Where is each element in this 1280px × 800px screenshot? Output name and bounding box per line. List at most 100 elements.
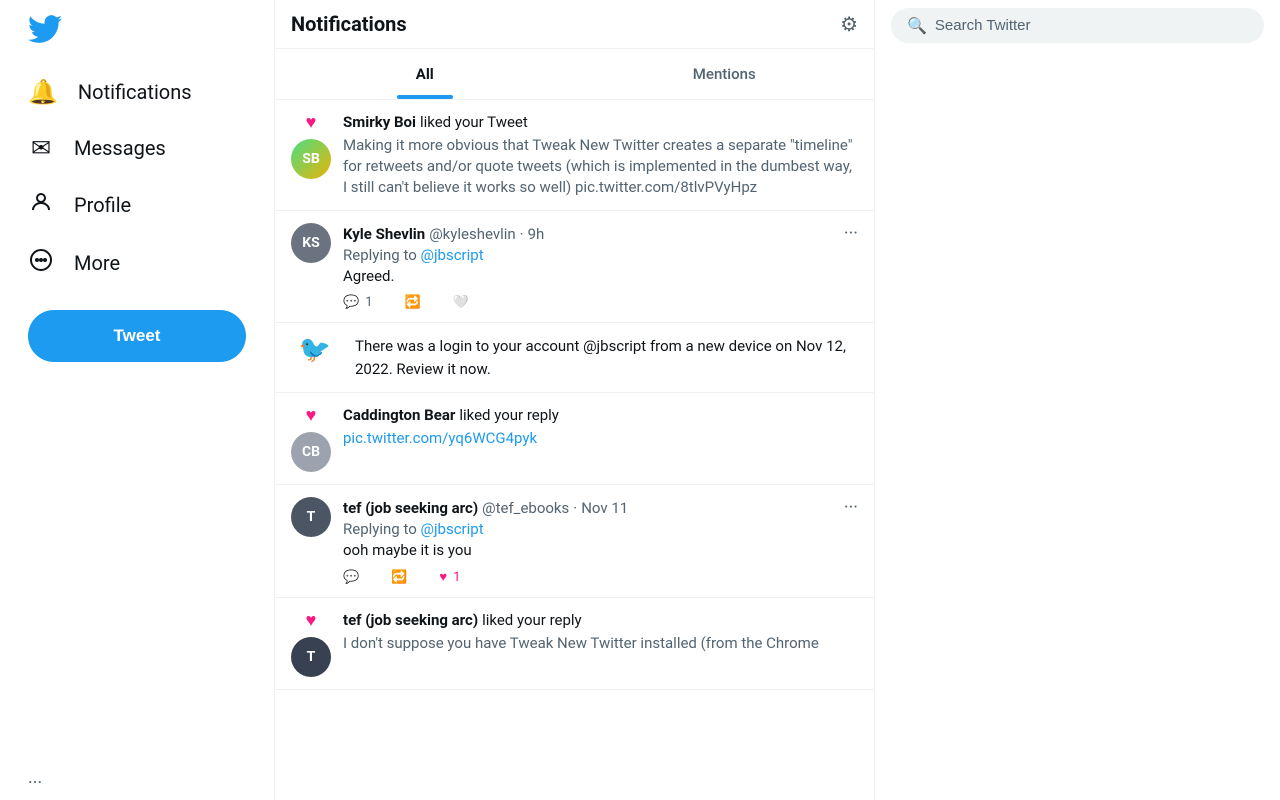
reply-actor-name: Kyle Shevlin xyxy=(343,225,425,243)
search-bar: 🔍 xyxy=(891,0,1264,51)
notifications-tabs: All Mentions xyxy=(275,49,874,100)
notification-like-caddington[interactable]: ♥ CB Caddington Bear liked your reply pi… xyxy=(275,393,874,485)
tef-reply-more-button[interactable]: ··· xyxy=(844,497,858,518)
sidebar-item-messages-label: Messages xyxy=(74,136,166,160)
replying-to-handle: @jbscript xyxy=(420,246,483,264)
tef-dot: · xyxy=(573,499,577,517)
reply-actor-handle: @kyleshevlin xyxy=(429,225,515,243)
tab-mentions[interactable]: Mentions xyxy=(575,49,875,99)
tef-retweet-button[interactable]: 🔁 xyxy=(391,569,407,585)
notification-like-smirky[interactable]: ♥ SB Smirky Boi liked your Tweet Making … xyxy=(275,100,874,211)
reply-like-button[interactable]: 🤍 xyxy=(453,295,469,310)
notification-reply-tef[interactable]: T tef (job seeking arc) @tef_ebooks · No… xyxy=(275,485,874,598)
notif-action-line-tef2: tef (job seeking arc) liked your reply xyxy=(343,610,858,629)
tef2-tweet-text: I don't suppose you have Tweak New Twitt… xyxy=(343,633,858,654)
tef-reply-meta: tef (job seeking arc) @tef_ebooks · Nov … xyxy=(343,499,628,517)
avatar-smirky-boi: SB xyxy=(291,139,331,179)
reply-retweet-button[interactable]: 🔁 xyxy=(405,295,421,310)
reply-time: 9h xyxy=(528,225,545,243)
tef-retweet-icon: 🔁 xyxy=(391,570,407,585)
reply-header: Kyle Shevlin @kyleshevlin · 9h ··· xyxy=(343,223,858,244)
actor-name: Smirky Boi xyxy=(343,113,416,131)
notif-content-smirky: Smirky Boi liked your Tweet Making it mo… xyxy=(343,112,858,198)
caddington-name: Caddington Bear xyxy=(343,406,455,424)
tef-replying-to: Replying to @jbscript xyxy=(343,520,858,538)
left-sidebar: 🔔 Notifications ✉ Messages Profile More … xyxy=(0,0,275,800)
reply-content-tef: tef (job seeking arc) @tef_ebooks · Nov … xyxy=(343,497,858,585)
avatar-tef2: T xyxy=(291,637,331,677)
notif-icon-area: ♥ SB xyxy=(291,112,343,198)
reply-meta: Kyle Shevlin @kyleshevlin · 9h xyxy=(343,225,544,243)
heart-icon: ♥ xyxy=(306,112,317,133)
notif-icon-area-caddington: ♥ CB xyxy=(291,405,343,472)
heart-icon-caddington: ♥ xyxy=(306,405,317,426)
person-icon xyxy=(28,190,54,220)
notification-reply-kyle[interactable]: KS Kyle Shevlin @kyleshevlin · 9h ··· Re… xyxy=(275,211,874,323)
login-alert-text: There was a login to your account @jbscr… xyxy=(355,335,858,380)
notification-like-tef2[interactable]: ♥ T tef (job seeking arc) liked your rep… xyxy=(275,598,874,690)
right-sidebar: 🔍 xyxy=(875,0,1280,800)
tef-comment-button[interactable]: 💬 xyxy=(343,569,359,585)
twitter-bird-icon xyxy=(28,12,62,46)
comment-icon: 💬 xyxy=(343,295,359,310)
reply-content-kyle: Kyle Shevlin @kyleshevlin · 9h ··· Reply… xyxy=(343,223,858,310)
twitter-bird-area: 🐦 xyxy=(291,335,343,365)
reply-comment-button[interactable]: 💬 1 xyxy=(343,295,373,310)
tab-all[interactable]: All xyxy=(275,49,575,99)
twitter-system-icon: 🐦 xyxy=(299,335,331,365)
reply-dot-separator: · xyxy=(520,225,524,243)
sidebar-item-more[interactable]: More xyxy=(12,236,262,290)
notifications-panel: Notifications ⚙ All Mentions ♥ SB Smirky… xyxy=(275,0,875,800)
reply-action-bar: 💬 1 🔁 🤍 xyxy=(343,295,858,310)
tef-like-icon: ♥ xyxy=(439,569,447,585)
tef-comment-icon: 💬 xyxy=(343,570,359,585)
tef-actor-handle: @tef_ebooks xyxy=(482,499,569,517)
sidebar-item-notifications[interactable]: 🔔 Notifications xyxy=(12,66,262,118)
notif-action-line-caddington: Caddington Bear liked your reply xyxy=(343,405,858,424)
search-input[interactable] xyxy=(935,17,1248,34)
search-icon: 🔍 xyxy=(907,16,927,35)
notif-content-caddington: Caddington Bear liked your reply pic.twi… xyxy=(343,405,858,472)
like-icon: 🤍 xyxy=(453,295,469,310)
sidebar-bottom-dots[interactable]: ... xyxy=(12,755,262,800)
search-input-wrapper: 🔍 xyxy=(891,8,1264,43)
sidebar-item-more-label: More xyxy=(74,251,120,275)
actor-action: liked your Tweet xyxy=(420,113,528,131)
tef-reply-text: ooh maybe it is you xyxy=(343,540,858,561)
caddington-action: liked your reply xyxy=(459,406,559,424)
notification-login-alert[interactable]: 🐦 There was a login to your account @jbs… xyxy=(275,323,874,393)
avatar-kyle-shevlin: KS xyxy=(291,223,331,263)
avatar-caddington-bear: CB xyxy=(291,432,331,472)
tef-replying-to-handle: @jbscript xyxy=(420,520,483,538)
replying-to-label: Replying to @jbscript xyxy=(343,246,858,264)
tef-reply-header: tef (job seeking arc) @tef_ebooks · Nov … xyxy=(343,497,858,518)
caddington-tweet-text: pic.twitter.com/yq6WCG4pyk xyxy=(343,428,858,449)
tef-time: Nov 11 xyxy=(581,499,628,517)
reply-more-button[interactable]: ··· xyxy=(844,223,858,244)
sidebar-ellipsis: ... xyxy=(28,767,42,788)
comment-count: 1 xyxy=(365,295,372,310)
sidebar-item-profile-label: Profile xyxy=(74,193,131,217)
settings-gear-icon[interactable]: ⚙ xyxy=(840,12,858,36)
tef2-name: tef (job seeking arc) xyxy=(343,611,478,629)
more-circle-icon xyxy=(28,248,54,278)
heart-icon-tef2: ♥ xyxy=(306,610,317,631)
sidebar-item-profile[interactable]: Profile xyxy=(12,178,262,232)
tef-actor-name: tef (job seeking arc) xyxy=(343,499,478,517)
notif-content-tef2: tef (job seeking arc) liked your reply I… xyxy=(343,610,858,677)
retweet-icon: 🔁 xyxy=(405,295,421,310)
notifications-header: Notifications ⚙ xyxy=(275,0,874,49)
sidebar-item-notifications-label: Notifications xyxy=(78,80,192,104)
tweet-button[interactable]: Tweet xyxy=(28,310,246,362)
login-alert-content: There was a login to your account @jbscr… xyxy=(355,335,858,380)
tef-like-button[interactable]: ♥ 1 xyxy=(439,569,460,585)
notif-tweet-text: Making it more obvious that Tweak New Tw… xyxy=(343,135,858,198)
sidebar-item-messages[interactable]: ✉ Messages xyxy=(12,122,262,174)
tef-action-bar: 💬 🔁 ♥ 1 xyxy=(343,569,858,585)
page-title: Notifications xyxy=(291,12,407,36)
mail-icon: ✉ xyxy=(28,134,54,162)
tef-like-count: 1 xyxy=(453,570,460,585)
twitter-logo[interactable] xyxy=(12,0,262,62)
notif-action-line: Smirky Boi liked your Tweet xyxy=(343,112,858,131)
tef2-action: liked your reply xyxy=(482,611,582,629)
